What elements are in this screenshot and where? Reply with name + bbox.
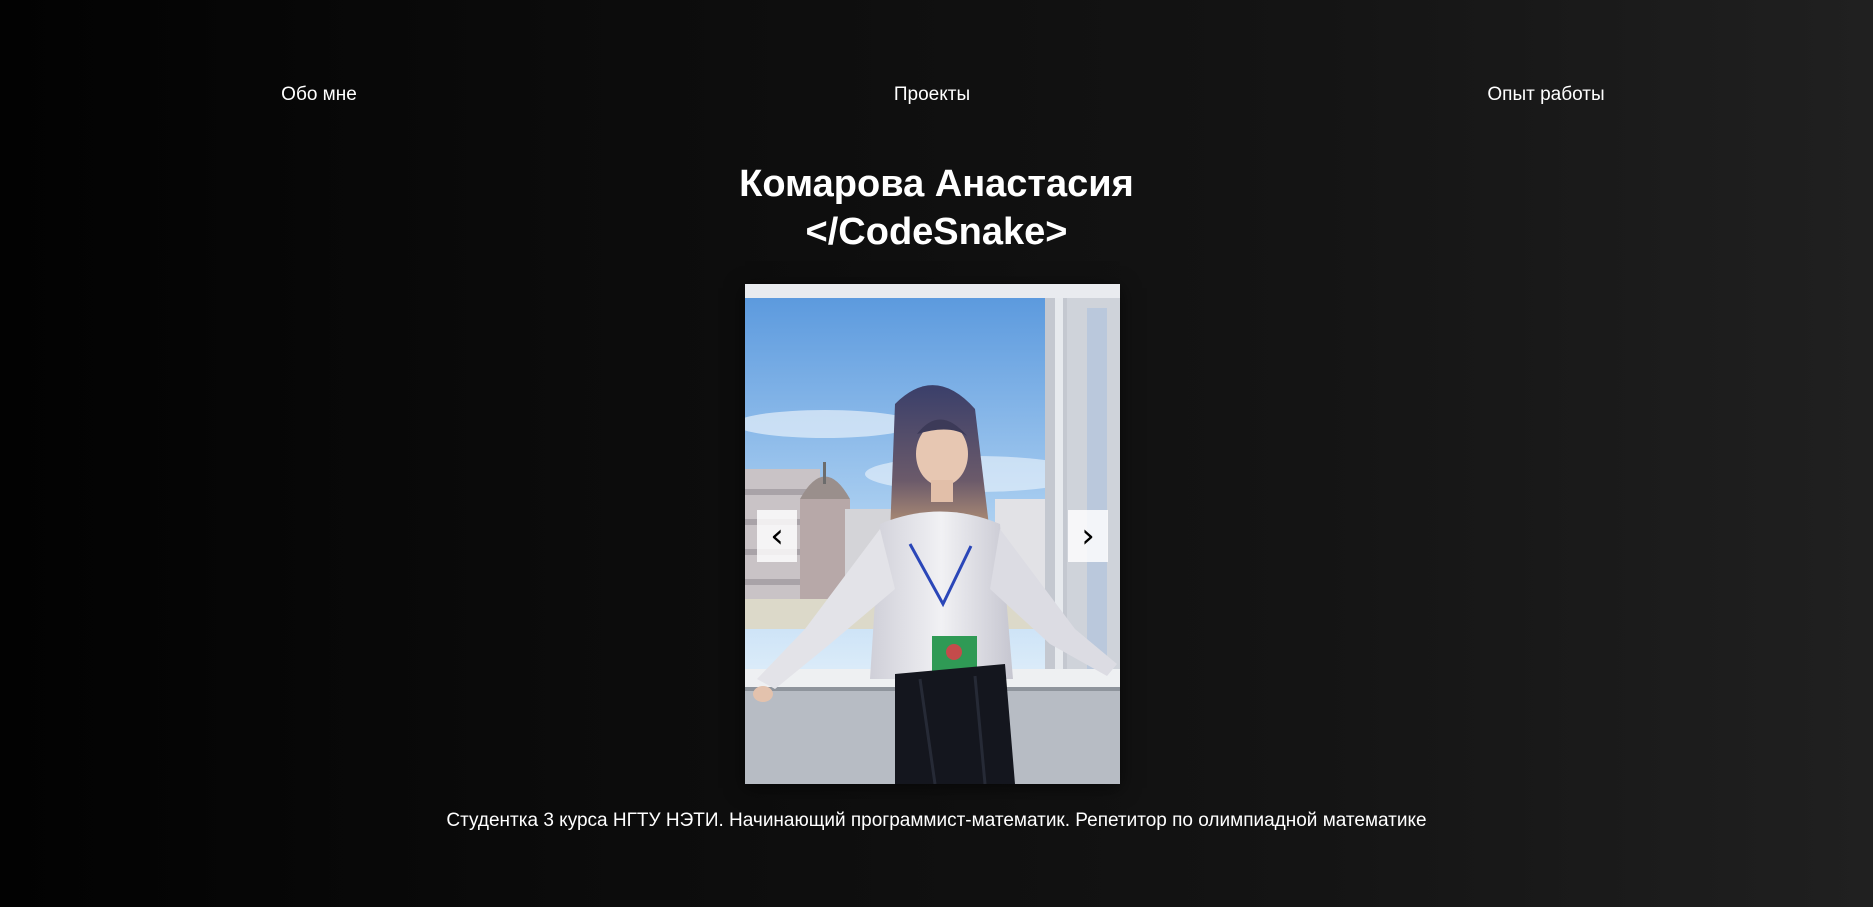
title-name: Комарова Анастасия: [739, 163, 1134, 205]
page-title: Комарова Анастасия </CodeSnake>: [0, 160, 1873, 256]
photo-carousel: ‹ ›: [745, 284, 1120, 784]
carousel-next-button[interactable]: ›: [1068, 510, 1108, 562]
main-nav: Обо мне Проекты Опыт работы: [0, 84, 1873, 114]
bio-text: Студентка 3 курса НГТУ НЭТИ. Начинающий …: [446, 810, 1427, 831]
carousel-prev-button[interactable]: ‹: [757, 510, 797, 562]
chevron-left-icon: ‹: [770, 516, 784, 556]
profile-photo: [745, 284, 1120, 784]
nav-link-experience[interactable]: Опыт работы: [1487, 84, 1604, 106]
title-alias: </CodeSnake>: [805, 211, 1068, 253]
nav-link-about[interactable]: Обо мне: [281, 84, 357, 106]
nav-link-projects[interactable]: Проекты: [894, 84, 970, 106]
chevron-right-icon: ›: [1081, 516, 1095, 556]
